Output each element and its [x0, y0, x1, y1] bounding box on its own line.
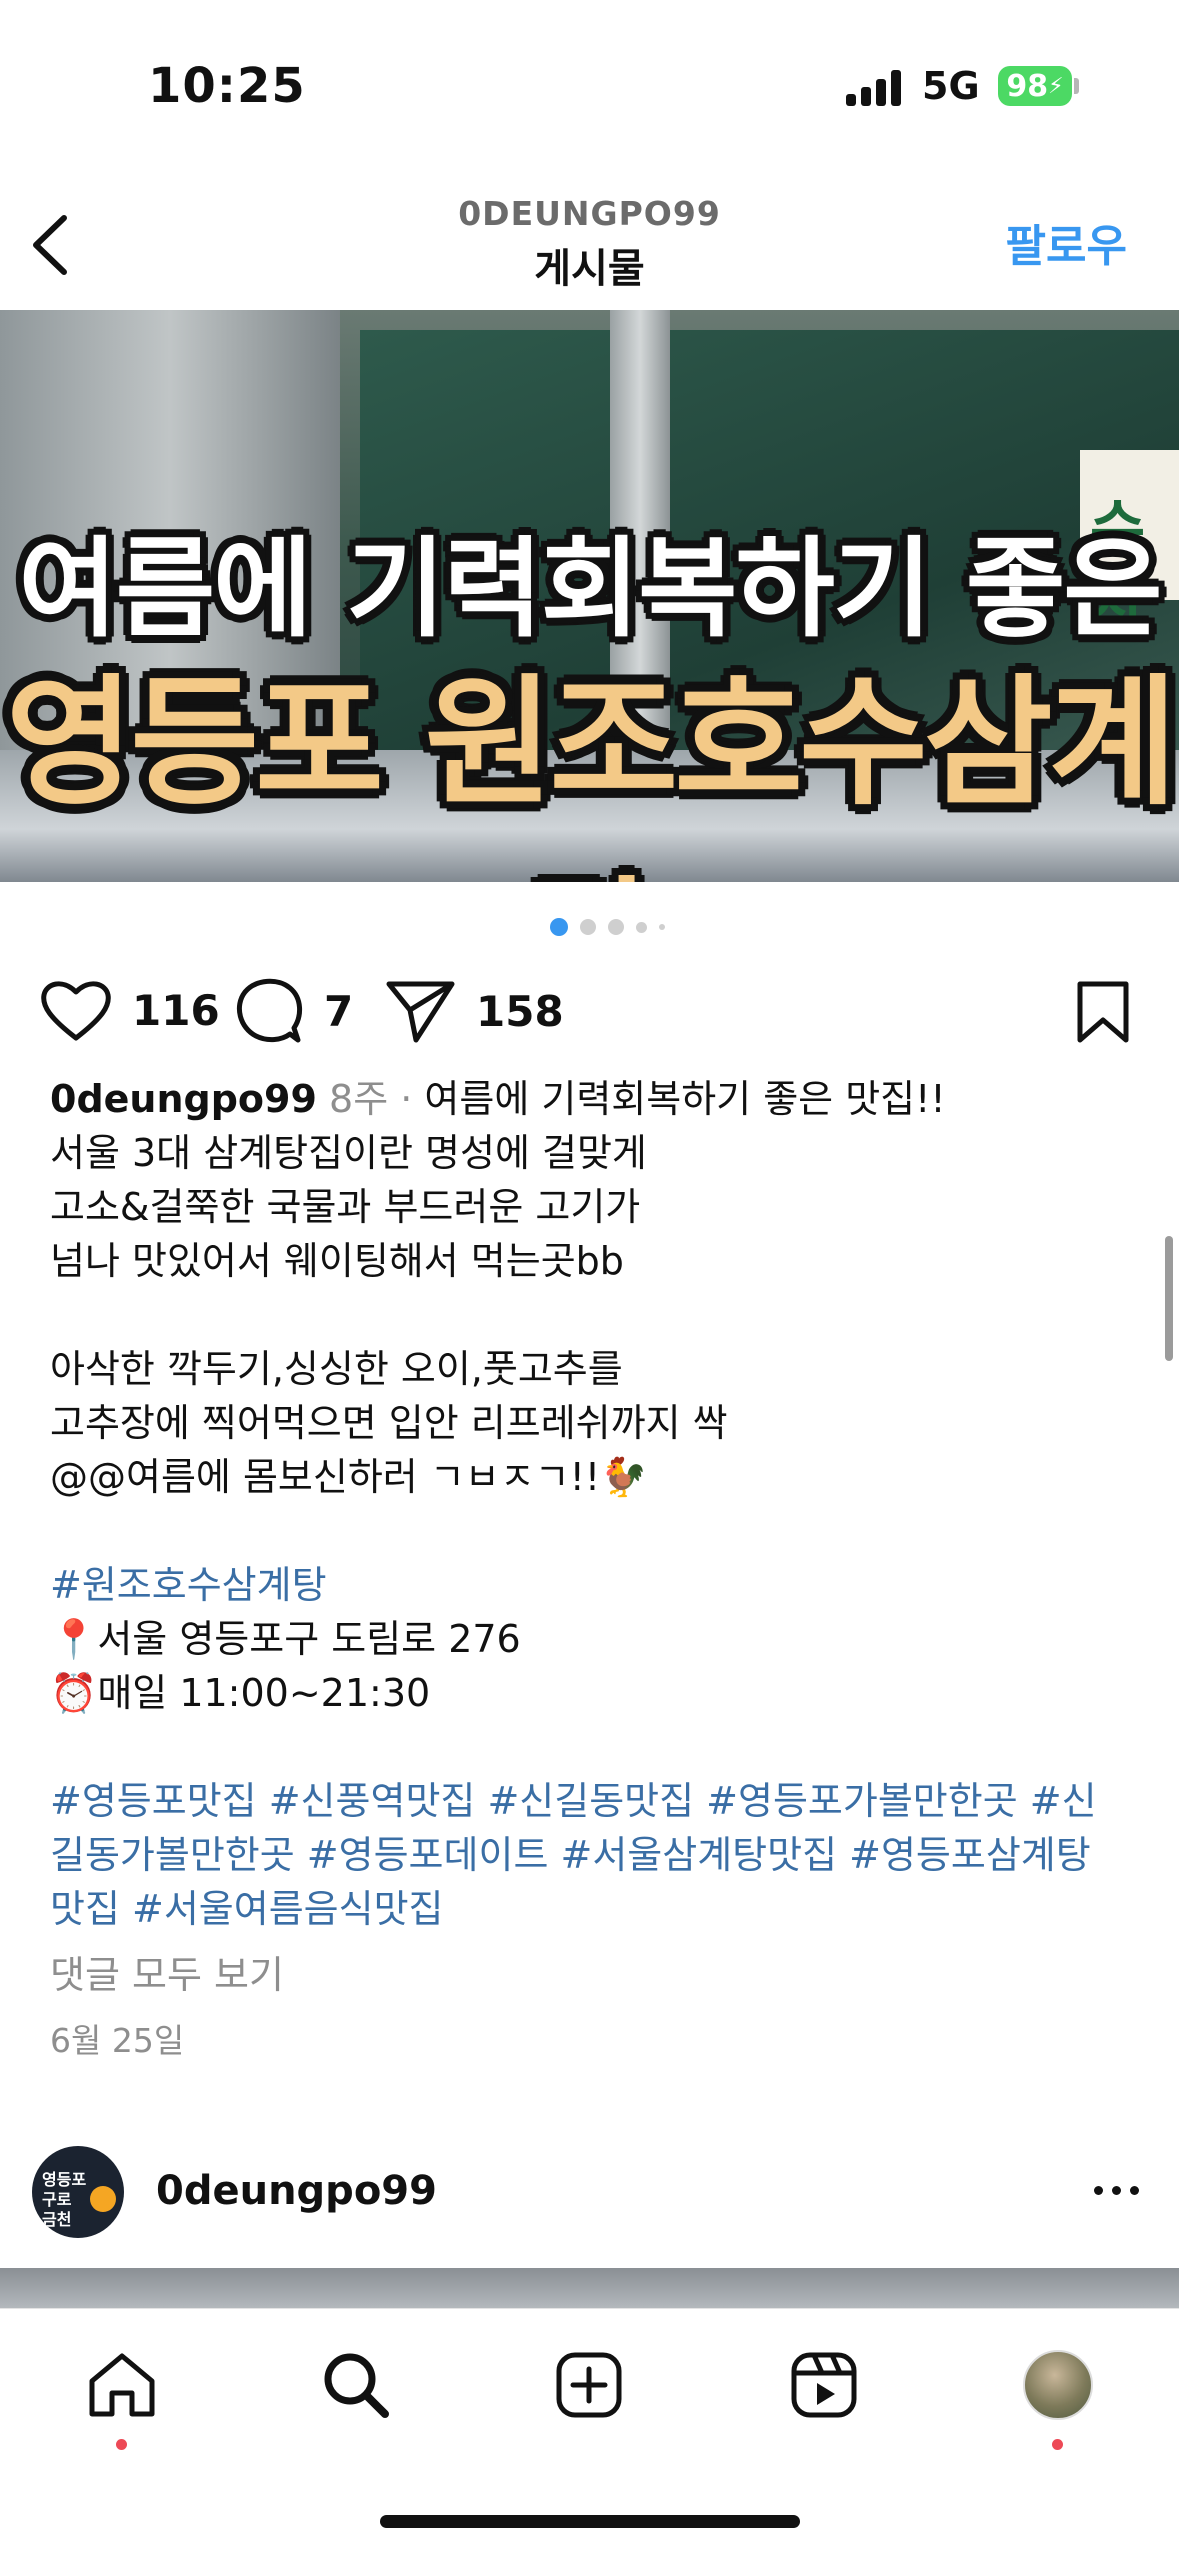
search-tab[interactable] — [316, 2345, 396, 2425]
avatar-text: 영등포 — [42, 2170, 87, 2189]
create-tab[interactable] — [549, 2345, 629, 2425]
scrollbar[interactable] — [1165, 1236, 1173, 1361]
post-image[interactable]: 수삼 여름에 기력회복하기 좋은 영등포 원조호수삼계탕 — [0, 310, 1179, 882]
next-post-image[interactable] — [0, 2268, 1179, 2308]
post-header: 0DEUNGPO99 게시물 팔로우 — [0, 170, 1179, 310]
caption-line: 고소&걸쭉한 국물과 부드러운 고기가 — [50, 1185, 641, 1229]
avatar-text: 금천 — [42, 2210, 72, 2229]
follow-button[interactable]: 팔로우 — [1006, 210, 1127, 274]
create-icon[interactable] — [555, 2351, 623, 2419]
profile-tab[interactable] — [1018, 2345, 1098, 2425]
home-icon[interactable] — [86, 2351, 158, 2419]
caption-username[interactable]: 0deungpo99 — [50, 1077, 317, 1121]
battery-level: 98 — [1006, 68, 1049, 104]
post-date: 6월 25일 — [50, 2021, 185, 2060]
caption-hours: ⏰매일 11:00~21:30 — [50, 1671, 431, 1715]
image-headline-line2: 영등포 원조호수삼계탕 — [5, 662, 1178, 882]
caption-line: 서울 3대 삼계탕집이란 명성에 걸맞게 — [50, 1131, 647, 1175]
next-post-username[interactable]: 0deungpo99 — [156, 2168, 437, 2214]
caption-line: 고추장에 찍어먹으면 입안 리프레쉬까지 싹 — [50, 1401, 728, 1445]
hashtag-list[interactable]: 길동가볼만한곳 #영등포데이트 #서울삼계탕맛집 #영등포삼계탕 — [50, 1828, 1140, 1882]
post-actions: 116 7 158 — [0, 960, 1179, 1060]
share-action[interactable]: 158 — [386, 978, 564, 1044]
carousel-dot — [659, 924, 665, 930]
send-icon[interactable] — [386, 978, 456, 1044]
reels-icon[interactable] — [790, 2351, 858, 2419]
like-count[interactable]: 116 — [132, 986, 220, 1035]
network-type: 5G — [922, 64, 980, 108]
hashtag-list[interactable]: 맛집 #서울여름음식맛집 — [50, 1882, 1140, 1936]
caption-first-line: 0deungpo99 8주 · 여름에 기력회복하기 좋은 맛집!! — [50, 1072, 1140, 1126]
page-title: 게시물 — [534, 246, 645, 292]
header-username: 0DEUNGPO99 — [458, 194, 721, 233]
caption-line: 넘나 맛있어서 웨이팅해서 먹는곳bb — [50, 1239, 624, 1283]
carousel-dot — [608, 919, 624, 935]
next-post-header: 영등포 구로 금천 0deungpo99 — [0, 2140, 1179, 2260]
carousel-dot — [636, 921, 647, 933]
more-options-icon[interactable] — [1094, 2186, 1139, 2195]
post-caption: 0deungpo99 8주 · 여름에 기력회복하기 좋은 맛집!! 서울 3대… — [50, 1072, 1140, 1936]
caption-separator: · — [388, 1077, 425, 1121]
carousel-indicator — [550, 917, 665, 937]
carousel-dot — [580, 919, 596, 935]
profile-avatar[interactable] — [1023, 2350, 1093, 2420]
status-time: 10:25 — [148, 58, 306, 114]
share-count[interactable]: 158 — [476, 987, 564, 1036]
caption-age: 8주 — [329, 1077, 389, 1121]
caption-line: @@여름에 몸보신하러 ㄱㅂㅈㄱ!!🐓 — [50, 1455, 648, 1499]
comment-icon[interactable] — [236, 978, 304, 1044]
home-tab[interactable] — [82, 2345, 162, 2425]
status-bar: 10:25 5G 98 ⚡ — [0, 0, 1179, 170]
battery-cap — [1074, 78, 1079, 94]
home-notification-dot — [116, 2439, 127, 2450]
comment-action[interactable]: 7 — [236, 978, 353, 1044]
reels-tab[interactable] — [784, 2345, 864, 2425]
heart-icon[interactable] — [40, 978, 112, 1042]
cellular-signal-icon — [846, 70, 902, 106]
hashtag-list[interactable]: #영등포맛집 #신풍역맛집 #신길동맛집 #영등포가볼만한곳 #신 — [50, 1774, 1140, 1828]
battery-icon: 98 ⚡ — [998, 66, 1072, 106]
home-indicator[interactable] — [380, 2515, 800, 2528]
carousel-dot-active — [550, 918, 568, 936]
hashtag-main[interactable]: #원조호수삼계탕 — [50, 1558, 1140, 1612]
profile-notification-dot — [1052, 2439, 1063, 2450]
comment-count[interactable]: 7 — [324, 987, 353, 1036]
avatar[interactable]: 영등포 구로 금천 — [32, 2146, 124, 2238]
avatar-badge — [90, 2186, 116, 2212]
bookmark-icon[interactable] — [1075, 980, 1131, 1044]
caption-text: 여름에 기력회복하기 좋은 맛집!! — [424, 1077, 946, 1121]
like-action[interactable]: 116 — [40, 978, 220, 1042]
caption-location: 📍서울 영등포구 도림로 276 — [50, 1617, 521, 1661]
caption-line: 아삭한 깍두기,싱싱한 오이,풋고추를 — [50, 1347, 623, 1391]
search-icon[interactable] — [321, 2350, 391, 2420]
view-all-comments-link[interactable]: 댓글 모두 보기 — [50, 1944, 284, 1999]
